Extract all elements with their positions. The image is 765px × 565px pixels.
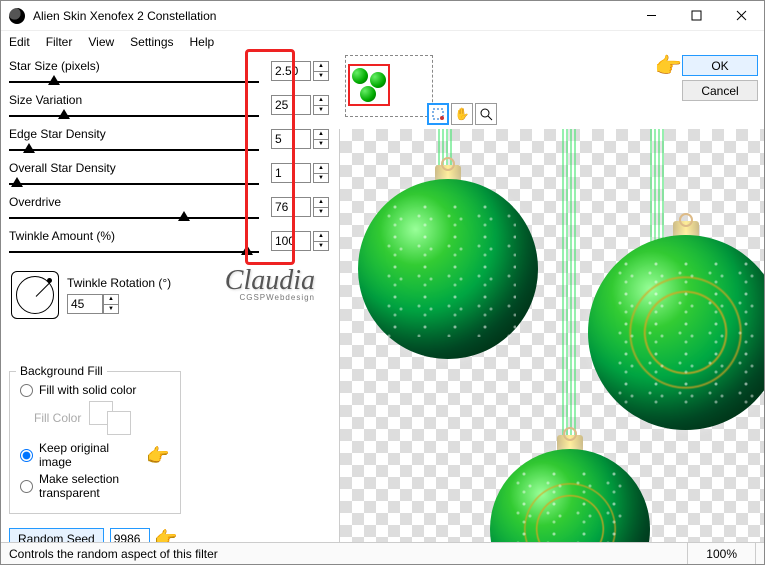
radio-keep-original[interactable]: [20, 449, 33, 462]
slider-thumb[interactable]: [178, 211, 190, 221]
slider-spinner[interactable]: ▲▼: [313, 61, 329, 81]
slider-track[interactable]: [9, 183, 259, 185]
cancel-button[interactable]: Cancel: [682, 80, 758, 101]
pointer-icon: 👉: [655, 53, 682, 79]
slider-spinner[interactable]: ▲▼: [313, 231, 329, 251]
slider-value-input[interactable]: [271, 129, 311, 149]
slider-value-input[interactable]: [271, 61, 311, 81]
menubar: Edit Filter View Settings Help: [1, 31, 764, 53]
slider-thumb[interactable]: [241, 245, 253, 255]
rotation-dial[interactable]: [11, 271, 59, 319]
status-text: Controls the random aspect of this filte…: [9, 547, 218, 561]
slider-track[interactable]: [9, 251, 259, 253]
slider-track[interactable]: [9, 149, 259, 151]
marquee-tool[interactable]: [427, 103, 449, 125]
radio-trans-label: Make selection transparent: [39, 472, 170, 500]
navigator-thumbnail[interactable]: [345, 55, 433, 117]
slider-thumb[interactable]: [58, 109, 70, 119]
menu-filter[interactable]: Filter: [46, 35, 73, 49]
radio-solid-color[interactable]: [20, 384, 33, 397]
slider-spinner[interactable]: ▲▼: [313, 95, 329, 115]
zoom-tool[interactable]: [475, 103, 497, 125]
settings-panel: Star Size (pixels) ▲▼ Size Variation ▲▼ Edge…: [1, 53, 339, 542]
slider-track[interactable]: [9, 217, 259, 219]
slider-label: Overdrive: [9, 195, 61, 209]
slider-label: Edge Star Density: [9, 127, 106, 141]
fillcolor-label: Fill Color: [34, 411, 81, 425]
slider-label: Size Variation: [9, 93, 82, 107]
titlebar: Alien Skin Xenofex 2 Constellation: [1, 1, 764, 31]
minimize-button[interactable]: [629, 1, 674, 31]
slider-spinner[interactable]: ▲▼: [313, 197, 329, 217]
slider-spinner[interactable]: ▲▼: [313, 163, 329, 183]
radio-keep-label: Keep original image: [39, 441, 142, 469]
twinkle-rotation-input[interactable]: [67, 294, 103, 314]
ok-button[interactable]: OK: [682, 55, 758, 76]
zoom-level[interactable]: 100%: [687, 543, 756, 564]
pointer-icon: 👈: [148, 445, 170, 466]
twinkle-rotation-label: Twinkle Rotation (°): [67, 276, 171, 290]
hand-tool[interactable]: ✋: [451, 103, 473, 125]
slider-label: Twinkle Amount (%): [9, 229, 115, 243]
window-title: Alien Skin Xenofex 2 Constellation: [33, 9, 216, 23]
slider-label: Overall Star Density: [9, 161, 116, 175]
slider-label: Star Size (pixels): [9, 59, 100, 73]
radio-solid-label: Fill with solid color: [39, 383, 136, 397]
slider-value-input[interactable]: [271, 95, 311, 115]
slider-thumb[interactable]: [23, 143, 35, 153]
slider-value-input[interactable]: [271, 197, 311, 217]
menu-help[interactable]: Help: [190, 35, 215, 49]
menu-edit[interactable]: Edit: [9, 35, 30, 49]
signature-sub: CGSPWebdesign: [239, 293, 315, 302]
slider-value-input[interactable]: [271, 231, 311, 251]
menu-view[interactable]: View: [88, 35, 114, 49]
menu-settings[interactable]: Settings: [130, 35, 173, 49]
close-button[interactable]: [719, 1, 764, 31]
slider-spinner[interactable]: ▲▼: [313, 129, 329, 149]
ornament-preview: [490, 449, 650, 542]
preview-panel: 👉 OK Cancel ✋: [339, 53, 764, 542]
background-fill-group: Background Fill Fill with solid color Fi…: [9, 371, 181, 514]
statusbar: Controls the random aspect of this filte…: [1, 542, 764, 564]
radio-transparent[interactable]: [20, 480, 33, 493]
app-icon: [9, 8, 25, 24]
ornament-preview: [358, 179, 538, 359]
twinkle-rotation-spinner[interactable]: ▲▼: [103, 294, 119, 314]
maximize-button[interactable]: [674, 1, 719, 31]
slider-track[interactable]: [9, 81, 259, 83]
window-controls: [629, 1, 764, 31]
preview-canvas[interactable]: [339, 129, 764, 542]
slider-value-input[interactable]: [271, 163, 311, 183]
group-legend: Background Fill: [16, 364, 107, 378]
slider-track[interactable]: [9, 115, 259, 117]
ornament-preview: [588, 235, 764, 430]
slider-thumb[interactable]: [11, 177, 23, 187]
fillcolor-swatches[interactable]: [89, 401, 131, 435]
slider-thumb[interactable]: [48, 75, 60, 85]
